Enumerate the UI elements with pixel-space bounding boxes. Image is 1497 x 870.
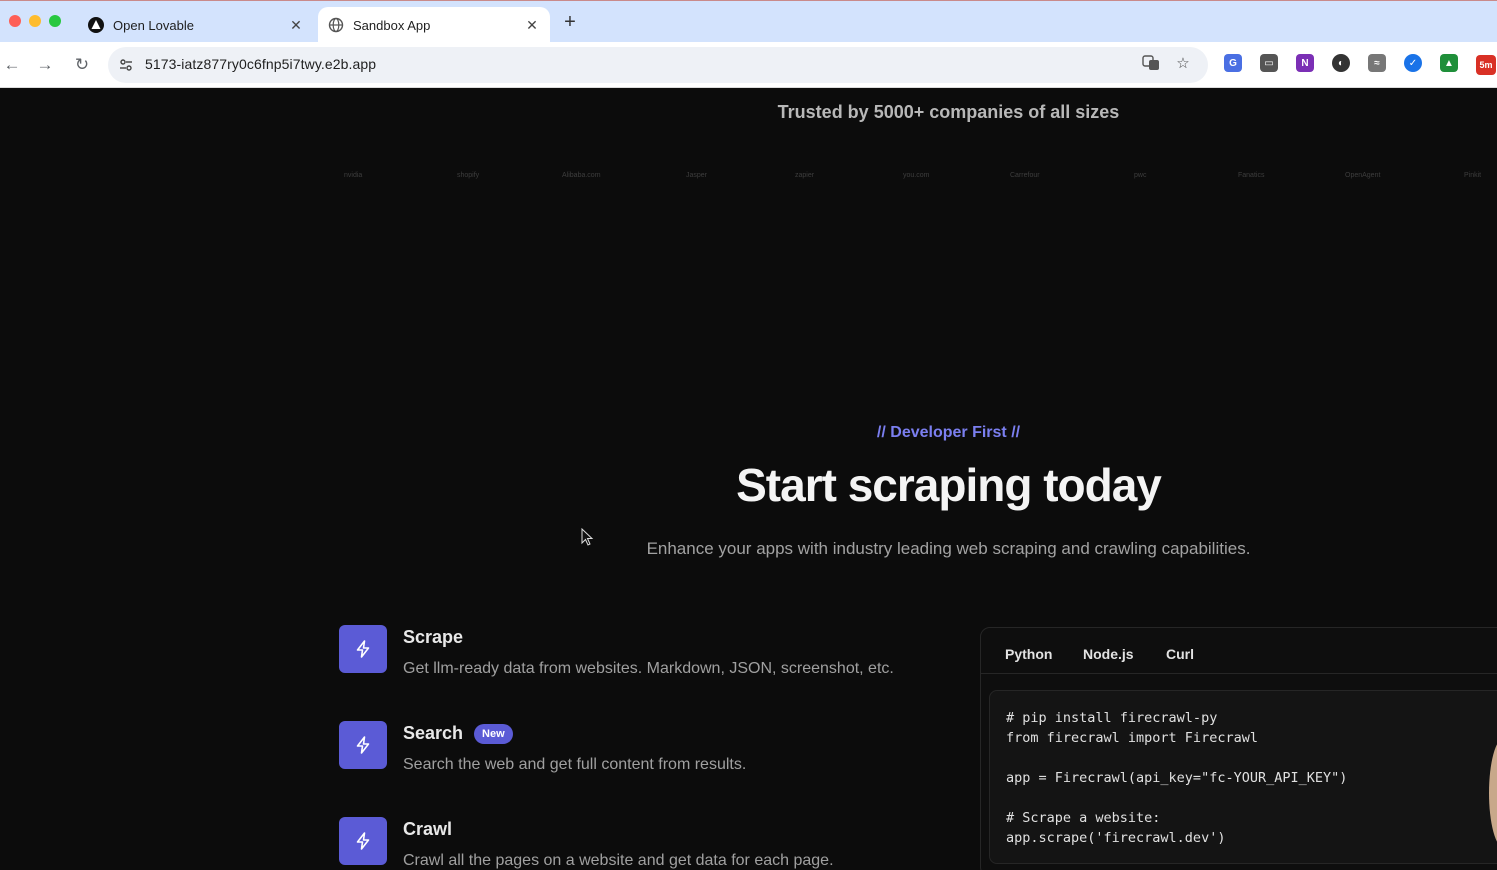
feature-description: Search the web and get full content from… <box>403 756 746 774</box>
check-ext-icon[interactable]: ✓ <box>1404 54 1422 72</box>
scribble-ext-icon[interactable]: ≈ <box>1368 54 1386 72</box>
tab-nodejs[interactable]: Node.js <box>1083 646 1134 662</box>
code-snippet: # pip install firecrawl-py from firecraw… <box>1006 708 1347 848</box>
lovable-logo-icon <box>88 17 104 33</box>
tab-sandbox-app[interactable]: Sandbox App ✕ <box>318 7 550 43</box>
url-text: 5173-iatz877ry0c6fnp5i7twy.e2b.app <box>145 56 376 72</box>
chart-ext-icon[interactable]: ▲ <box>1440 54 1458 72</box>
trusted-heading: Trusted by 5000+ companies of all sizes <box>0 102 1497 123</box>
close-window-button[interactable] <box>9 15 21 27</box>
customer-logo: Fanatics <box>1238 172 1264 179</box>
feature-title: Crawl <box>403 819 452 840</box>
feature-title: Search New <box>403 723 513 744</box>
feature-description: Crawl all the pages on a website and get… <box>403 852 834 870</box>
close-tab-icon[interactable]: ✕ <box>286 15 306 35</box>
timer-ext-icon[interactable]: 5m <box>1476 55 1496 75</box>
tab-title: Sandbox App <box>353 18 522 33</box>
site-settings-icon[interactable] <box>116 55 136 75</box>
tab-curl[interactable]: Curl <box>1166 646 1194 662</box>
code-block: # pip install firecrawl-py from firecraw… <box>989 690 1497 864</box>
customer-logo: nvidia <box>344 172 362 179</box>
reload-icon[interactable]: ↻ <box>70 53 94 77</box>
feature-crawl[interactable]: Crawl Crawl all the pages on a website a… <box>339 817 939 870</box>
code-language-tabs: Python Node.js Curl <box>981 628 1497 674</box>
customer-logo: OpenAgent <box>1345 172 1380 179</box>
customer-logo: zapier <box>795 172 814 179</box>
maximize-window-button[interactable] <box>49 15 61 27</box>
back-arrow-icon[interactable]: ← <box>0 53 24 77</box>
globe-icon <box>328 17 344 33</box>
customer-logo: shopify <box>457 172 479 179</box>
customer-logos: nvidia shopify Alibaba.com Jasper zapier… <box>340 172 1497 186</box>
minimize-window-button[interactable] <box>29 15 41 27</box>
code-example-panel: Python Node.js Curl # pip install firecr… <box>980 627 1497 870</box>
section-subhead: Enhance your apps with industry leading … <box>0 539 1497 559</box>
tab-open-lovable[interactable]: Open Lovable ✕ <box>78 7 314 43</box>
page-content: Trusted by 5000+ companies of all sizes … <box>0 88 1497 870</box>
feature-search[interactable]: Search New Search the web and get full c… <box>339 721 939 781</box>
customer-logo: Carrefour <box>1010 172 1040 179</box>
mouse-cursor-icon <box>580 528 594 548</box>
tab-strip: Open Lovable ✕ Sandbox App ✕ + <box>0 0 1497 42</box>
customer-logo: Pinkit <box>1464 172 1481 179</box>
feature-scrape[interactable]: Scrape Get llm-ready data from websites.… <box>339 625 939 685</box>
lightning-icon <box>339 721 387 769</box>
section-headline: Start scraping today <box>0 458 1497 512</box>
feature-title: Scrape <box>403 627 463 648</box>
onenote-ext-icon[interactable]: N <box>1296 54 1314 72</box>
feature-description: Get llm-ready data from websites. Markdo… <box>403 660 894 678</box>
browser-toolbar: ← → ↻ 5173-iatz877ry0c6fnp5i7twy.e2b.app… <box>0 42 1497 88</box>
bookmark-star-icon[interactable]: ☆ <box>1173 53 1193 73</box>
new-tab-button[interactable]: + <box>558 10 582 34</box>
lightning-icon <box>339 817 387 865</box>
forward-arrow-icon[interactable]: → <box>33 53 57 77</box>
close-tab-icon[interactable]: ✕ <box>522 15 542 35</box>
customer-logo: pwc <box>1134 172 1146 179</box>
tab-python[interactable]: Python <box>1005 646 1052 662</box>
customer-logo: you.com <box>903 172 929 179</box>
tab-title: Open Lovable <box>113 18 286 33</box>
customer-logo: Alibaba.com <box>562 172 601 179</box>
address-bar[interactable]: 5173-iatz877ry0c6fnp5i7twy.e2b.app <box>108 47 1208 83</box>
lightning-icon <box>339 625 387 673</box>
vpn-ext-icon[interactable]: ◐ <box>1332 54 1350 72</box>
screenshot-ext-icon[interactable]: ▭ <box>1260 54 1278 72</box>
translate-ext-icon[interactable]: G <box>1224 54 1242 72</box>
section-eyebrow: // Developer First // <box>0 424 1497 442</box>
new-badge: New <box>474 724 513 744</box>
browser-window: Open Lovable ✕ Sandbox App ✕ + ← → ↻ 517… <box>0 0 1497 870</box>
customer-logo: Jasper <box>686 172 707 179</box>
translate-icon[interactable] <box>1141 53 1161 73</box>
